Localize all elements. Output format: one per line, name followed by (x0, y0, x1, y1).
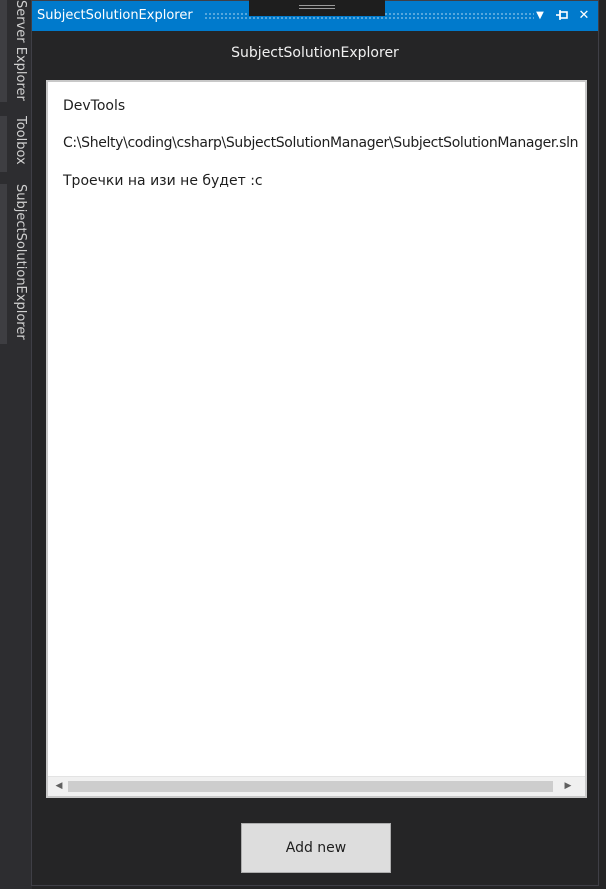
side-tab-label: SubjectSolutionExplorer (13, 184, 28, 340)
list-item[interactable]: DevTools (63, 96, 125, 116)
add-new-button[interactable]: Add new (241, 823, 391, 873)
side-tab-subject-solution-explorer[interactable]: SubjectSolutionExplorer (0, 184, 30, 344)
drag-handle-line (299, 8, 335, 9)
pin-icon[interactable] (554, 7, 570, 25)
window-title: SubjectSolutionExplorer (37, 8, 193, 23)
title-buttons: ▼ ✕ (532, 7, 592, 25)
panel-heading: SubjectSolutionExplorer (231, 45, 399, 61)
title-bar[interactable]: SubjectSolutionExplorer ▼ ✕ (32, 0, 598, 31)
side-tab-server-explorer[interactable]: Server Explorer (0, 0, 30, 102)
drag-handle-line (299, 5, 335, 6)
tool-window: SubjectSolutionExplorer ▼ ✕ SubjectSolut… (31, 0, 599, 886)
close-icon[interactable]: ✕ (576, 7, 592, 25)
list-item[interactable]: Троечки на изи не будет :с (63, 171, 263, 191)
solution-list[interactable]: DevTools C:\Shelty\coding\csharp\Subject… (46, 80, 587, 798)
side-tab-label: Toolbox (13, 116, 28, 165)
pin-icon-graphic (556, 10, 568, 20)
scrollbar-thumb[interactable] (68, 781, 553, 792)
dropdown-icon[interactable]: ▼ (532, 7, 548, 25)
scroll-left-icon[interactable]: ◀ (50, 777, 68, 796)
list-item[interactable]: C:\Shelty\coding\csharp\SubjectSolutionM… (63, 133, 578, 153)
side-tab-strip: Server Explorer Toolbox SubjectSolutionE… (0, 0, 32, 889)
side-tab-label: Server Explorer (13, 0, 28, 101)
horizontal-scrollbar[interactable]: ◀ ▶ (48, 776, 585, 796)
scroll-right-icon[interactable]: ▶ (559, 777, 577, 796)
drag-handle[interactable] (249, 0, 385, 16)
side-tab-toolbox[interactable]: Toolbox (0, 116, 30, 172)
